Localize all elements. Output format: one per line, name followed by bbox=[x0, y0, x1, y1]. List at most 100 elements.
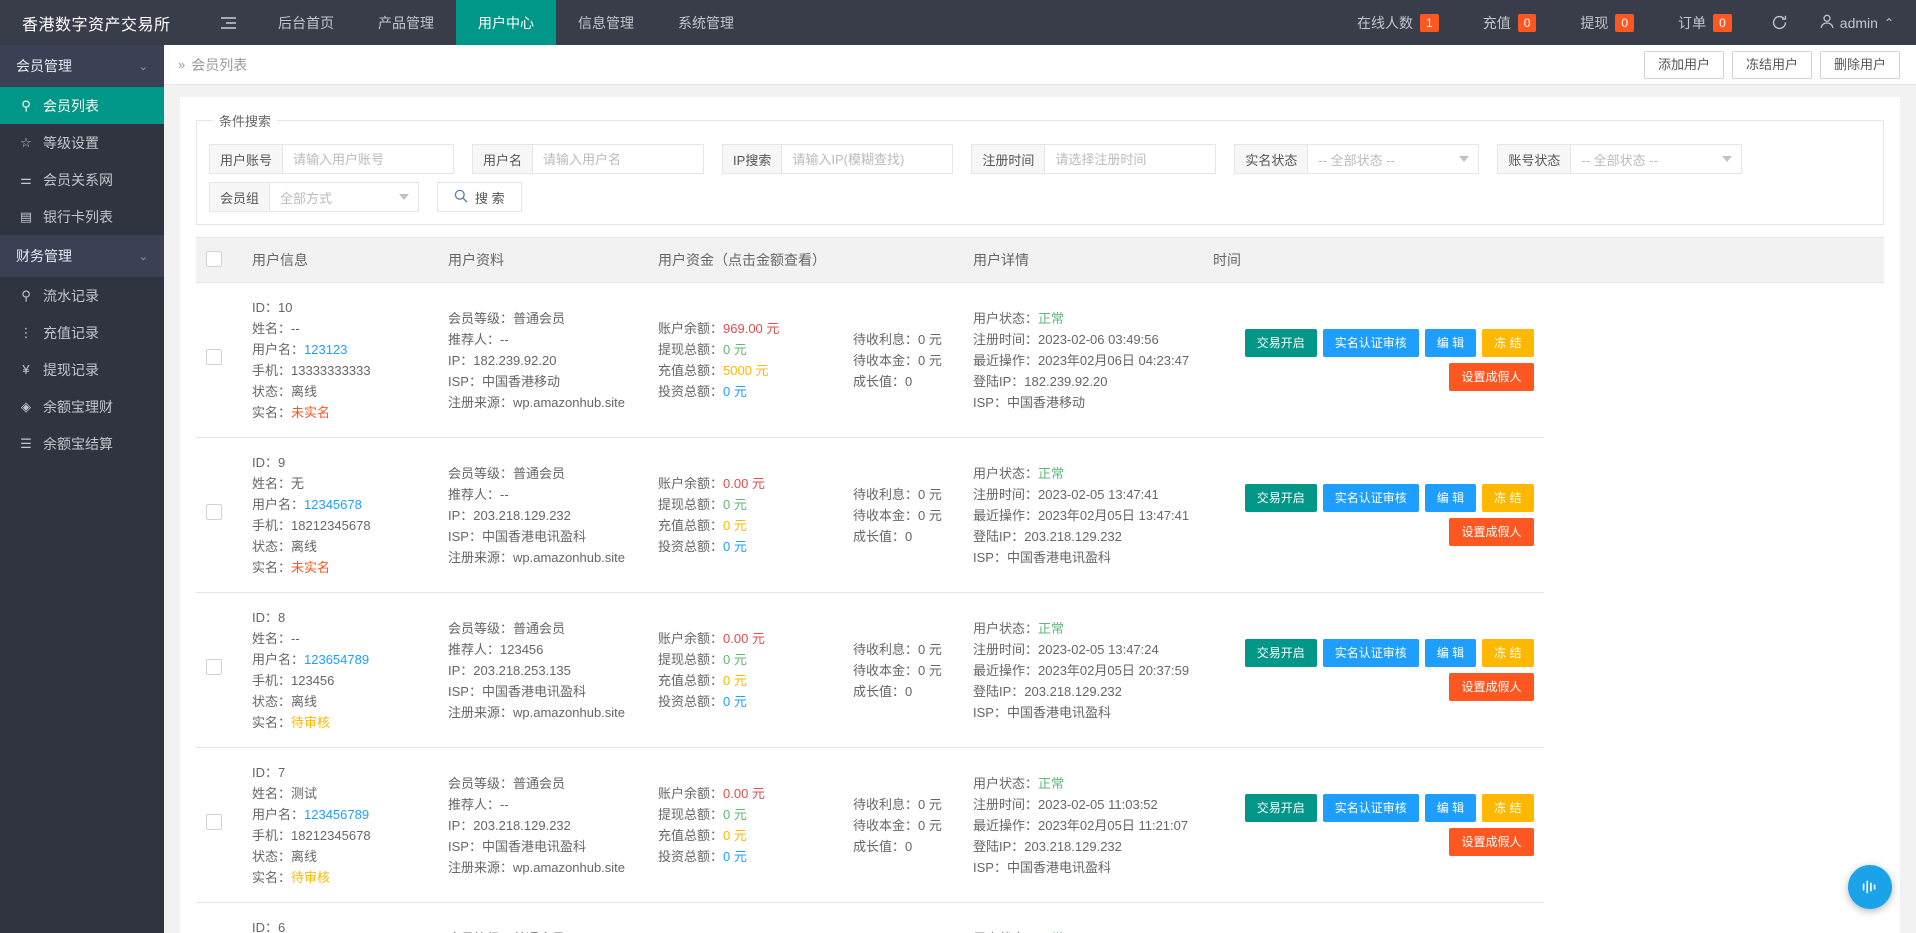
action-button-1[interactable]: 实名认证审核 bbox=[1322, 794, 1419, 822]
sidebar-item-dots-vertical-1[interactable]: ⋮ 充值记录 bbox=[0, 314, 164, 351]
user-status-label: 用户状态： bbox=[973, 310, 1039, 326]
withdraw-total[interactable]: 0 元 bbox=[723, 807, 747, 822]
login-ip-line: 登陆IP：182.239.92.20 bbox=[973, 371, 1193, 392]
freeze-user-button[interactable]: 冻结用户 bbox=[1731, 50, 1812, 79]
nav-item-1[interactable]: 产品管理 bbox=[356, 0, 456, 45]
action-button-4[interactable]: 设置成假人 bbox=[1449, 673, 1534, 701]
action-button-1[interactable]: 实名认证审核 bbox=[1322, 639, 1419, 667]
account-input[interactable] bbox=[282, 144, 455, 174]
cell-user-funds[interactable]: 账户余额：0.00 元提现总额：0 元充值总额：0 元投资总额：0 元 bbox=[648, 437, 843, 593]
sidebar-item-diamond-3[interactable]: ◈ 余额宝理财 bbox=[0, 388, 164, 425]
sidebar-item-people-group-2[interactable]: ⚌ 会员关系网 bbox=[0, 161, 164, 198]
search-button[interactable]: 搜 索 bbox=[437, 182, 522, 212]
sound-wave-icon[interactable] bbox=[1848, 865, 1892, 909]
action-button-0[interactable]: 交易开启 bbox=[1244, 794, 1317, 822]
stat-1[interactable]: 充值 0 bbox=[1461, 0, 1559, 45]
row-checkbox[interactable] bbox=[206, 504, 222, 520]
action-button-2[interactable]: 编 辑 bbox=[1424, 484, 1477, 512]
action-button-4[interactable]: 设置成假人 bbox=[1449, 828, 1534, 856]
action-button-3[interactable]: 冻 结 bbox=[1482, 794, 1534, 822]
withdraw-total[interactable]: 0 元 bbox=[723, 342, 747, 357]
invest-total[interactable]: 0 元 bbox=[723, 694, 747, 709]
withdraw-total[interactable]: 0 元 bbox=[723, 652, 747, 667]
sidebar-item-list-4[interactable]: ☰ 余额宝结算 bbox=[0, 425, 164, 462]
register-time-label: 注册时间： bbox=[973, 331, 1039, 347]
sidebar-item-person-0[interactable]: ⚲ 流水记录 bbox=[0, 277, 164, 314]
sidebar-item-yen-circle-2[interactable]: ¥ 提现记录 bbox=[0, 351, 164, 388]
user-phone: 13333333333 bbox=[291, 363, 371, 378]
pending-principal-line: 待收本金：0 元 bbox=[853, 350, 953, 371]
invest-total[interactable]: 0 元 bbox=[723, 384, 747, 399]
invest-total[interactable]: 0 元 bbox=[723, 849, 747, 864]
content-scroll[interactable]: 条件搜索 用户账号 用户名 IP搜索 注册时间 实名状态 -- 全部状态 -- 账号状态 --… bbox=[164, 85, 1916, 933]
cell-user-funds[interactable]: 账户余额：969.00 元提现总额：0 元充值总额：5000 元投资总额：0 元 bbox=[648, 282, 843, 438]
account-balance[interactable]: 0.00 元 bbox=[723, 786, 765, 801]
cell-user-funds[interactable]: 账户余额：0.00 元提现总额：0 元充值总额：0 元投资总额：0 元 bbox=[648, 747, 843, 903]
sidebar-item-credit-card-3[interactable]: ▤ 银行卡列表 bbox=[0, 198, 164, 235]
nav-item-2[interactable]: 用户中心 bbox=[456, 0, 556, 45]
reg-isp: 中国香港移动 bbox=[481, 373, 560, 389]
action-button-3[interactable]: 冻 结 bbox=[1482, 639, 1534, 667]
username-input[interactable] bbox=[532, 144, 705, 174]
action-button-4[interactable]: 设置成假人 bbox=[1449, 363, 1534, 391]
people-group-icon: ⚌ bbox=[20, 171, 32, 187]
recharge-total[interactable]: 0 元 bbox=[723, 518, 747, 533]
action-button-1[interactable]: 实名认证审核 bbox=[1322, 329, 1419, 357]
cell-user-funds[interactable]: 账户余额：0.00 元提现总额：0 元充值总额：0 元投资总额：0 元 bbox=[648, 902, 843, 933]
action-button-2[interactable]: 编 辑 bbox=[1424, 639, 1477, 667]
action-button-4[interactable]: 设置成假人 bbox=[1449, 518, 1534, 546]
delete-user-button[interactable]: 删除用户 bbox=[1819, 50, 1900, 79]
reg-isp-line: ISP：中国香港电讯盈科 bbox=[448, 836, 638, 857]
action-button-2[interactable]: 编 辑 bbox=[1424, 794, 1477, 822]
stat-0[interactable]: 在线人数 1 bbox=[1335, 0, 1461, 45]
member-group-select[interactable]: 全部方式 bbox=[269, 182, 420, 212]
cell-user-funds[interactable]: 账户余额：0.00 元提现总额：0 元充值总额：0 元投资总额：0 元 bbox=[648, 592, 843, 748]
user-account-line: 用户名：123654789 bbox=[252, 649, 428, 670]
recharge-total[interactable]: 0 元 bbox=[723, 828, 747, 843]
nav-item-3[interactable]: 信息管理 bbox=[556, 0, 656, 45]
account-balance[interactable]: 0.00 元 bbox=[723, 631, 765, 646]
stat-3[interactable]: 订单 0 bbox=[1656, 0, 1754, 45]
withdraw-total[interactable]: 0 元 bbox=[723, 497, 747, 512]
refresh-icon[interactable] bbox=[1754, 0, 1806, 45]
stat-2[interactable]: 提现 0 bbox=[1558, 0, 1656, 45]
row-checkbox[interactable] bbox=[206, 659, 222, 675]
nav-item-4[interactable]: 系统管理 bbox=[656, 0, 756, 45]
account-balance[interactable]: 0.00 元 bbox=[723, 476, 765, 491]
ip-input[interactable] bbox=[781, 144, 954, 174]
row-checkbox[interactable] bbox=[206, 349, 222, 365]
hamburger-icon[interactable] bbox=[200, 0, 256, 45]
sidebar-item-person-0[interactable]: ⚲ 会员列表 bbox=[0, 87, 164, 124]
action-button-0[interactable]: 交易开启 bbox=[1244, 639, 1317, 667]
action-button-3[interactable]: 冻 结 bbox=[1482, 484, 1534, 512]
invest-total[interactable]: 0 元 bbox=[723, 539, 747, 554]
recharge-total[interactable]: 0 元 bbox=[723, 673, 747, 688]
account-balance[interactable]: 969.00 元 bbox=[723, 321, 779, 336]
recharge-total-line: 充值总额：5000 元 bbox=[658, 360, 833, 381]
sidebar-item-label: 提现记录 bbox=[43, 361, 99, 378]
action-button-0[interactable]: 交易开启 bbox=[1244, 484, 1317, 512]
register-time-input[interactable] bbox=[1044, 144, 1217, 174]
member-level: 普通会员 bbox=[513, 465, 566, 481]
add-user-button[interactable]: 添加用户 bbox=[1643, 50, 1724, 79]
sidebar-group-1[interactable]: 财务管理 ⌄ bbox=[0, 235, 164, 277]
search-icon bbox=[454, 189, 468, 206]
sidebar-item-star-1[interactable]: ☆ 等级设置 bbox=[0, 124, 164, 161]
user-online-status: 离线 bbox=[291, 384, 318, 399]
account-status-select[interactable]: -- 全部状态 -- bbox=[1570, 144, 1743, 174]
user-menu[interactable]: admin ⌃ bbox=[1806, 0, 1916, 45]
dots-vertical-icon: ⋮ bbox=[19, 324, 33, 340]
nav-item-0[interactable]: 后台首页 bbox=[256, 0, 356, 45]
action-button-0[interactable]: 交易开启 bbox=[1244, 329, 1317, 357]
select-all-cell bbox=[196, 237, 242, 283]
action-button-3[interactable]: 冻 结 bbox=[1482, 329, 1534, 357]
recharge-total[interactable]: 5000 元 bbox=[723, 363, 769, 378]
select-all-checkbox[interactable] bbox=[206, 250, 222, 267]
action-button-1[interactable]: 实名认证审核 bbox=[1322, 484, 1419, 512]
row-checkbox[interactable] bbox=[206, 814, 222, 830]
realname-status-select[interactable]: -- 全部状态 -- bbox=[1307, 144, 1480, 174]
member-group-filter[interactable]: 会员组 全部方式 bbox=[209, 182, 420, 212]
breadcrumb-text: 会员列表 bbox=[191, 56, 248, 73]
sidebar-group-0[interactable]: 会员管理 ⌄ bbox=[0, 45, 164, 87]
action-button-2[interactable]: 编 辑 bbox=[1424, 329, 1477, 357]
